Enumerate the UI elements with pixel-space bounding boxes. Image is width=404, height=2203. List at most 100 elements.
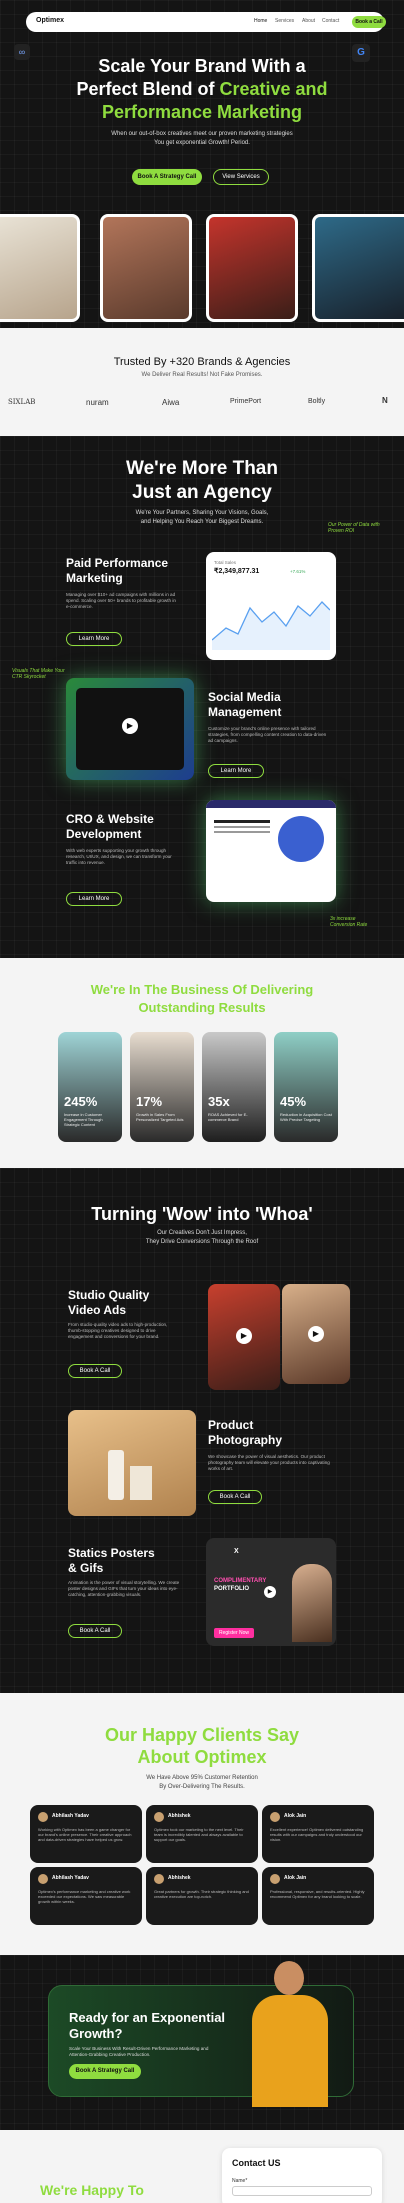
nav-cta-button[interactable]: Book a Call (352, 16, 386, 28)
service-1-title: Paid Performance Marketing (66, 556, 168, 586)
brand-logo-2: nuram (86, 398, 109, 407)
stat-2-value: 17% (136, 1094, 163, 1109)
hero-photo-2 (100, 214, 192, 322)
hero-photo-3 (206, 214, 298, 322)
poster-register-button[interactable]: Register Now (214, 1628, 255, 1638)
hero-title-line2-green: Creative and (219, 79, 328, 99)
wow-item-3-title-line2: & Gifs (68, 1561, 104, 1575)
video-ad-thumb-1: ▶ (208, 1284, 280, 1390)
trusted-section: Trusted By +320 Brands & Agencies We Del… (0, 328, 404, 436)
poster-person (292, 1564, 332, 1642)
clients-section: Our Happy Clients Say About Optimex We H… (0, 1693, 404, 1955)
wow-title: Turning 'Wow' into 'Whoa' (91, 1204, 313, 1224)
contact-name-label: Name* (232, 2178, 248, 2184)
hero-subtitle-2: You get exponential Growth! Period. (154, 140, 250, 146)
service-1-learn-more[interactable]: Learn More (66, 632, 122, 646)
trusted-subtitle: We Deliver Real Results! Not Fake Promis… (141, 372, 263, 378)
wow-item-3-title-line1: Statics Posters (68, 1546, 155, 1560)
service-3-title-line2: Development (66, 827, 142, 841)
note-data-roi: Our Power of Data with Proven ROI (328, 522, 380, 534)
dashboard-label: Total Sales (214, 560, 237, 565)
video-ad-thumb-2: ▶ (282, 1284, 350, 1384)
nav-link-contact[interactable]: Contact (322, 18, 339, 24)
cta-strategy-call-button[interactable]: Book A Strategy Call (69, 2064, 141, 2079)
service-2-title-line2: Management (208, 705, 282, 719)
hero-photo-strip (0, 210, 404, 328)
stat-3-desc: ROAS Achieved for E-commerce Brand (208, 1112, 248, 1122)
nav-link-about[interactable]: About (302, 18, 315, 24)
nav-link-home[interactable]: Home (254, 18, 267, 24)
review-card-5: Abhishek Great partners for growth. Thei… (146, 1867, 258, 1925)
wow-item-2-desc: We showcase the power of visual aestheti… (208, 1454, 330, 1471)
stat-card-1: 245% Increase in Customer Engagement Thr… (58, 1032, 122, 1142)
video-ad-1-play-icon[interactable]: ▶ (236, 1328, 252, 1344)
wow-item-2-book-call[interactable]: Book A Call (208, 1490, 262, 1504)
hero-title-line2-white: Perfect Blend of (76, 79, 220, 99)
wow-item-3-desc: Animation is the power of visual storyte… (68, 1580, 180, 1597)
hero-title-line2: Perfect Blend of Creative and (0, 79, 404, 100)
wow-item-3-title: Statics Posters & Gifs (68, 1546, 155, 1576)
service-3-title: CRO & Website Development (66, 812, 154, 842)
contact-section: We're Happy To Contact US Name* (0, 2130, 404, 2203)
service-1-title-line1: Paid Performance (66, 556, 169, 570)
review-4-name: Abhilash Yadav (52, 1875, 89, 1881)
nav-link-services[interactable]: Services (275, 18, 294, 24)
stat-card-2: 17% Growth in Sales From Personalized Ta… (130, 1032, 194, 1142)
review-card-6: Alok Jain Professional, responsive, and … (262, 1867, 374, 1925)
wow-section: Turning 'Wow' into 'Whoa' Our Creatives … (0, 1168, 404, 1693)
agency-title-1: We're More Than (126, 458, 278, 479)
product-box (130, 1466, 152, 1500)
product-vase (108, 1450, 124, 1500)
results-section: We're In The Business Of Delivering Outs… (0, 958, 404, 1168)
cta-title-2: Growth? (69, 2026, 123, 2041)
website-hero-image (278, 816, 324, 862)
contact-title: Contact US (232, 2158, 281, 2168)
website-text-block (214, 820, 270, 850)
wow-subtitle-2: They Drive Conversions Through the Roof (145, 1239, 259, 1245)
product-photo (68, 1410, 196, 1516)
dashboard-value: ₹2,349,877.31 (214, 568, 260, 575)
review-1-text: Working with Optimex has been a game cha… (38, 1827, 132, 1842)
contact-name-input[interactable] (232, 2186, 372, 2196)
brand-logo-6: N (382, 396, 388, 405)
stat-4-value: 45% (280, 1094, 307, 1109)
poster-line: PORTFOLIO (214, 1586, 249, 1592)
hero-subtitle-1: When our out-of-box creatives meet our p… (111, 131, 293, 137)
navbar: Optimex Home Services About Contact Book… (26, 12, 386, 32)
logo[interactable]: Optimex (36, 17, 64, 24)
hero-strategy-call-button[interactable]: Book A Strategy Call (132, 169, 202, 185)
review-card-2: Abhishek Optimex took our marketing to t… (146, 1805, 258, 1863)
wow-subtitle-1: Our Creatives Don't Just Impress, (157, 1230, 247, 1236)
poster-play-icon[interactable]: ▶ (264, 1586, 276, 1598)
wow-item-1-title-line1: Studio Quality (68, 1288, 150, 1302)
hero-view-services-button[interactable]: View Services (213, 169, 269, 185)
cta-person-body (252, 1995, 328, 2107)
video-ad-2-play-icon[interactable]: ▶ (308, 1326, 324, 1342)
wow-item-1-title-line2: Video Ads (68, 1303, 127, 1317)
review-3-name: Alok Jain (284, 1813, 307, 1819)
cta-desc: Scale Your Business With Result-Driven P… (69, 2046, 209, 2057)
brand-logo-5: Boltly (308, 398, 326, 405)
stat-3-value: 35x (208, 1094, 230, 1109)
service-3-learn-more[interactable]: Learn More (66, 892, 122, 906)
service-3-desc: With web experts supporting your growth … (66, 848, 172, 865)
wow-item-3-book-call[interactable]: Book A Call (68, 1624, 122, 1638)
poster-x: X (234, 1548, 239, 1555)
clients-subtitle-1: We Have Above 95% Customer Retention (146, 1775, 258, 1781)
review-card-3: Alok Jain Excellent experience! Optimex … (262, 1805, 374, 1863)
service-3-title-line1: CRO & Website (66, 812, 154, 826)
hero-title-line3: Performance Marketing (101, 102, 303, 122)
clients-subtitle-2: By Over-Delivering The Results. (159, 1784, 245, 1790)
wow-item-1-book-call[interactable]: Book A Call (68, 1364, 122, 1378)
brand-logo-1: SIXLAB (8, 398, 36, 406)
trusted-title: Trusted By +320 Brands & Agencies (113, 356, 291, 368)
play-icon[interactable]: ▶ (122, 718, 138, 734)
service-2-learn-more[interactable]: Learn More (208, 764, 264, 778)
review-3-text: Excellent experience! Optimex delivered … (270, 1827, 364, 1842)
review-card-1: Abhilash Yadav Working with Optimex has … (30, 1805, 142, 1863)
dashboard-line-chart (212, 601, 330, 650)
wow-item-2-title-line2: Photography (208, 1433, 282, 1447)
review-2-name: Abhishek (168, 1813, 191, 1819)
review-2-text: Optimex took our marketing to the next l… (154, 1827, 244, 1842)
brand-logo-3: Aiwa (162, 398, 180, 407)
